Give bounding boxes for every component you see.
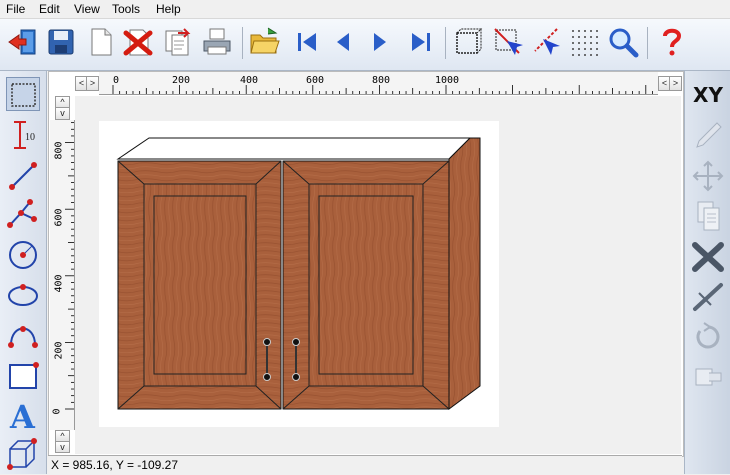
ruler-label-h: 600 <box>306 75 325 86</box>
main-toolbar <box>0 19 730 71</box>
edit-toolbar: XY <box>684 71 730 474</box>
svg-text:10: 10 <box>25 132 35 143</box>
ruler-label-h: 1000 <box>435 75 460 86</box>
rotate-icon[interactable] <box>689 319 727 355</box>
ellipse-icon[interactable] <box>6 279 40 313</box>
pencil-icon[interactable] <box>689 117 727 153</box>
frame-icon[interactable] <box>451 25 485 59</box>
save-icon[interactable] <box>44 25 78 59</box>
ruler-label-h: 200 <box>172 75 191 86</box>
status-bar: X = 985.16, Y = -109.27 <box>48 455 682 475</box>
last-page-icon[interactable] <box>404 25 438 59</box>
toolbar-separator <box>242 27 243 59</box>
open-folder-icon[interactable] <box>248 25 282 59</box>
paper-sheet[interactable] <box>99 121 499 427</box>
menu-file[interactable]: File <box>6 2 25 16</box>
drawing-toolbar: 10 A <box>0 71 47 474</box>
grid-icon[interactable] <box>567 25 601 59</box>
ruler-label-v: 600 <box>53 208 65 227</box>
ruler-scroll-down-button[interactable]: v <box>55 107 70 120</box>
stamp-icon[interactable] <box>689 359 727 395</box>
polyline-icon[interactable] <box>6 197 40 231</box>
ruler-label-v: 0 <box>51 408 63 415</box>
menu-view[interactable]: View <box>74 2 100 16</box>
select-rect-icon[interactable] <box>6 77 40 111</box>
ruler-scroll-right-button[interactable]: > <box>669 76 682 91</box>
ruler-label-v: 400 <box>53 274 65 293</box>
ruler-label-h: 0 <box>113 75 120 86</box>
menu-edit[interactable]: Edit <box>39 2 60 16</box>
dimension-icon[interactable]: 10 <box>6 118 40 152</box>
ruler-scroll-down-button[interactable]: v <box>55 441 70 453</box>
toolbar-separator <box>647 27 648 59</box>
help-icon[interactable] <box>655 25 689 59</box>
ruler-label-v: 200 <box>53 341 65 360</box>
move-icon[interactable] <box>689 158 727 194</box>
xy-coords-button[interactable]: XY <box>689 77 727 113</box>
zoom-icon[interactable] <box>606 25 640 59</box>
cabinet-drawing <box>116 137 481 410</box>
arc-icon[interactable] <box>6 319 40 353</box>
mirror-icon[interactable] <box>689 239 727 275</box>
circle-icon[interactable] <box>6 238 40 272</box>
toolbar-separator <box>445 27 446 59</box>
select-cross-icon[interactable] <box>491 25 525 59</box>
text-icon[interactable]: A <box>6 398 40 436</box>
select-arrow-icon[interactable] <box>529 25 563 59</box>
box-3d-icon[interactable] <box>6 437 40 471</box>
next-page-icon[interactable] <box>363 25 397 59</box>
print-icon[interactable] <box>200 25 234 59</box>
menu-help[interactable]: Help <box>156 2 181 16</box>
ruler-label-h: 800 <box>372 75 391 86</box>
svg-text:A: A <box>9 398 36 432</box>
vertical-ruler[interactable]: 800 600 400 200 0 <box>50 120 75 430</box>
ruler-label-v: 800 <box>53 141 65 160</box>
export-icon[interactable] <box>160 25 194 59</box>
delete-icon[interactable] <box>121 25 155 59</box>
new-document-icon[interactable] <box>84 25 118 59</box>
trim-icon[interactable] <box>689 279 727 315</box>
rectangle-icon[interactable] <box>6 359 40 393</box>
ruler-label-h: 400 <box>240 75 259 86</box>
previous-page-icon[interactable] <box>326 25 360 59</box>
line-icon[interactable] <box>6 159 40 193</box>
menu-tools[interactable]: Tools <box>112 2 140 16</box>
menu-bar: File Edit View Tools Help <box>0 0 730 19</box>
horizontal-ruler[interactable]: 0 200 400 600 800 1000 <box>99 72 658 95</box>
copy-icon[interactable] <box>689 198 727 234</box>
first-page-icon[interactable] <box>290 25 324 59</box>
exit-icon[interactable] <box>6 25 40 59</box>
ruler-scroll-right-button[interactable]: > <box>86 76 99 91</box>
cursor-coordinates: X = 985.16, Y = -109.27 <box>51 458 178 472</box>
